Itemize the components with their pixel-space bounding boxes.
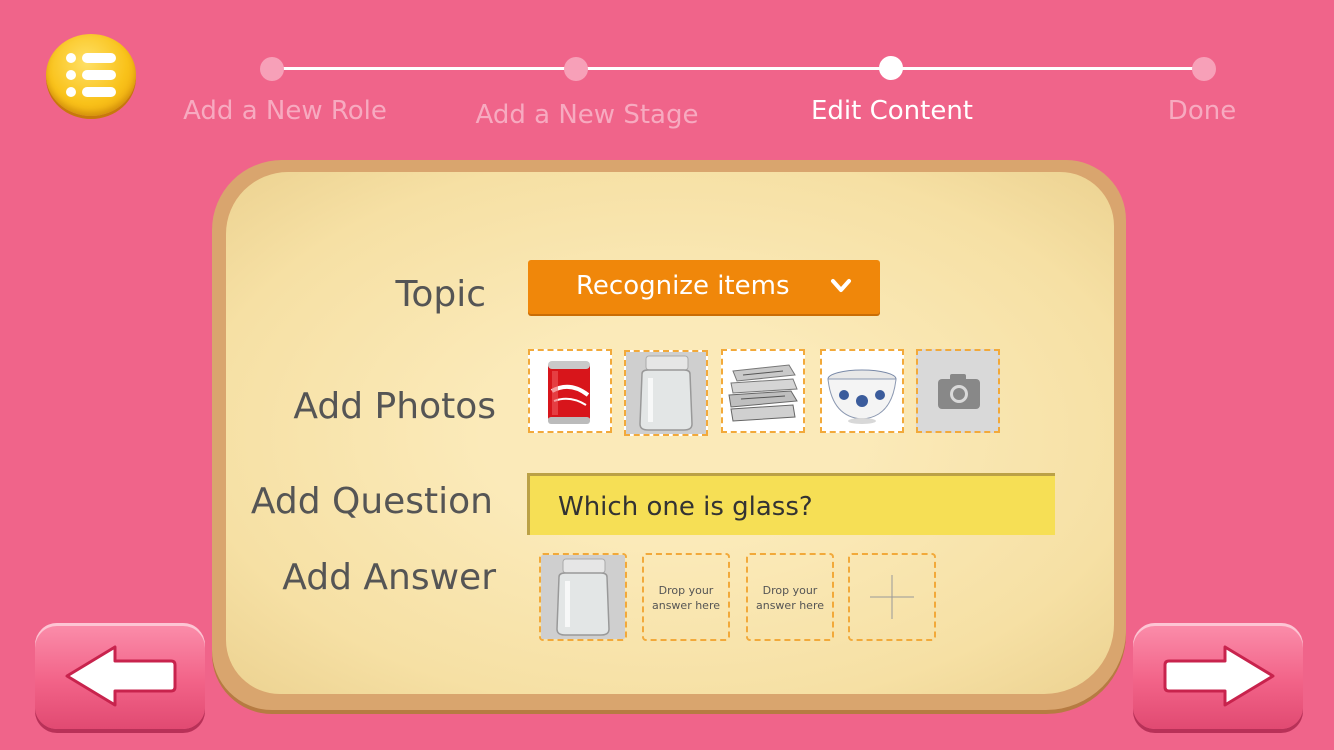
arrow-right-icon bbox=[1163, 645, 1275, 707]
add-answer-label: Add Answer bbox=[282, 557, 496, 598]
topic-dropdown[interactable]: Recognize items bbox=[528, 260, 880, 314]
add-photo-button[interactable] bbox=[916, 349, 1000, 433]
porcelain-bowl-photo bbox=[822, 351, 902, 431]
answer-slot-1[interactable] bbox=[539, 553, 627, 641]
glass-jar-photo bbox=[626, 352, 706, 434]
list-menu-icon bbox=[66, 53, 116, 97]
step-dot-add-role[interactable] bbox=[260, 57, 284, 81]
question-input-value: Which one is glass? bbox=[558, 492, 813, 522]
step-label-add-stage[interactable]: Add a New Stage bbox=[476, 100, 699, 130]
topic-label: Topic bbox=[395, 274, 486, 315]
photo-slot-3[interactable] bbox=[721, 349, 805, 433]
step-label-add-role[interactable]: Add a New Role bbox=[183, 96, 387, 126]
topic-dropdown-value: Recognize items bbox=[576, 271, 790, 301]
coca-cola-can-photo bbox=[530, 351, 610, 431]
stepper-line bbox=[272, 67, 1204, 70]
answer-drop-zone-1[interactable]: Drop your answer here bbox=[642, 553, 730, 641]
photo-slot-2[interactable] bbox=[624, 350, 708, 436]
step-dot-add-stage[interactable] bbox=[564, 57, 588, 81]
back-button[interactable] bbox=[35, 623, 205, 729]
menu-button[interactable] bbox=[46, 34, 136, 116]
answer-drop-text: Drop your answer here bbox=[755, 584, 824, 612]
step-label-edit-content[interactable]: Edit Content bbox=[811, 96, 973, 126]
chevron-down-icon bbox=[831, 279, 851, 292]
next-button[interactable] bbox=[1133, 623, 1303, 729]
question-input[interactable]: Which one is glass? bbox=[527, 473, 1055, 535]
camera-icon bbox=[938, 374, 980, 409]
answer-drop-text: Drop your answer here bbox=[651, 584, 720, 612]
step-dot-done[interactable] bbox=[1192, 57, 1216, 81]
glass-jar-photo bbox=[541, 555, 625, 639]
plus-icon bbox=[870, 575, 914, 619]
add-answer-button[interactable] bbox=[848, 553, 936, 641]
photo-slot-4[interactable] bbox=[820, 349, 904, 433]
add-question-label: Add Question bbox=[250, 481, 493, 522]
photo-slot-1[interactable] bbox=[528, 349, 612, 433]
answer-drop-zone-2[interactable]: Drop your answer here bbox=[746, 553, 834, 641]
add-photos-label: Add Photos bbox=[293, 386, 496, 427]
arrow-left-icon bbox=[65, 645, 177, 707]
step-dot-edit-content[interactable] bbox=[879, 56, 903, 80]
newspaper-stack-photo bbox=[723, 351, 803, 431]
step-label-done[interactable]: Done bbox=[1168, 96, 1236, 126]
